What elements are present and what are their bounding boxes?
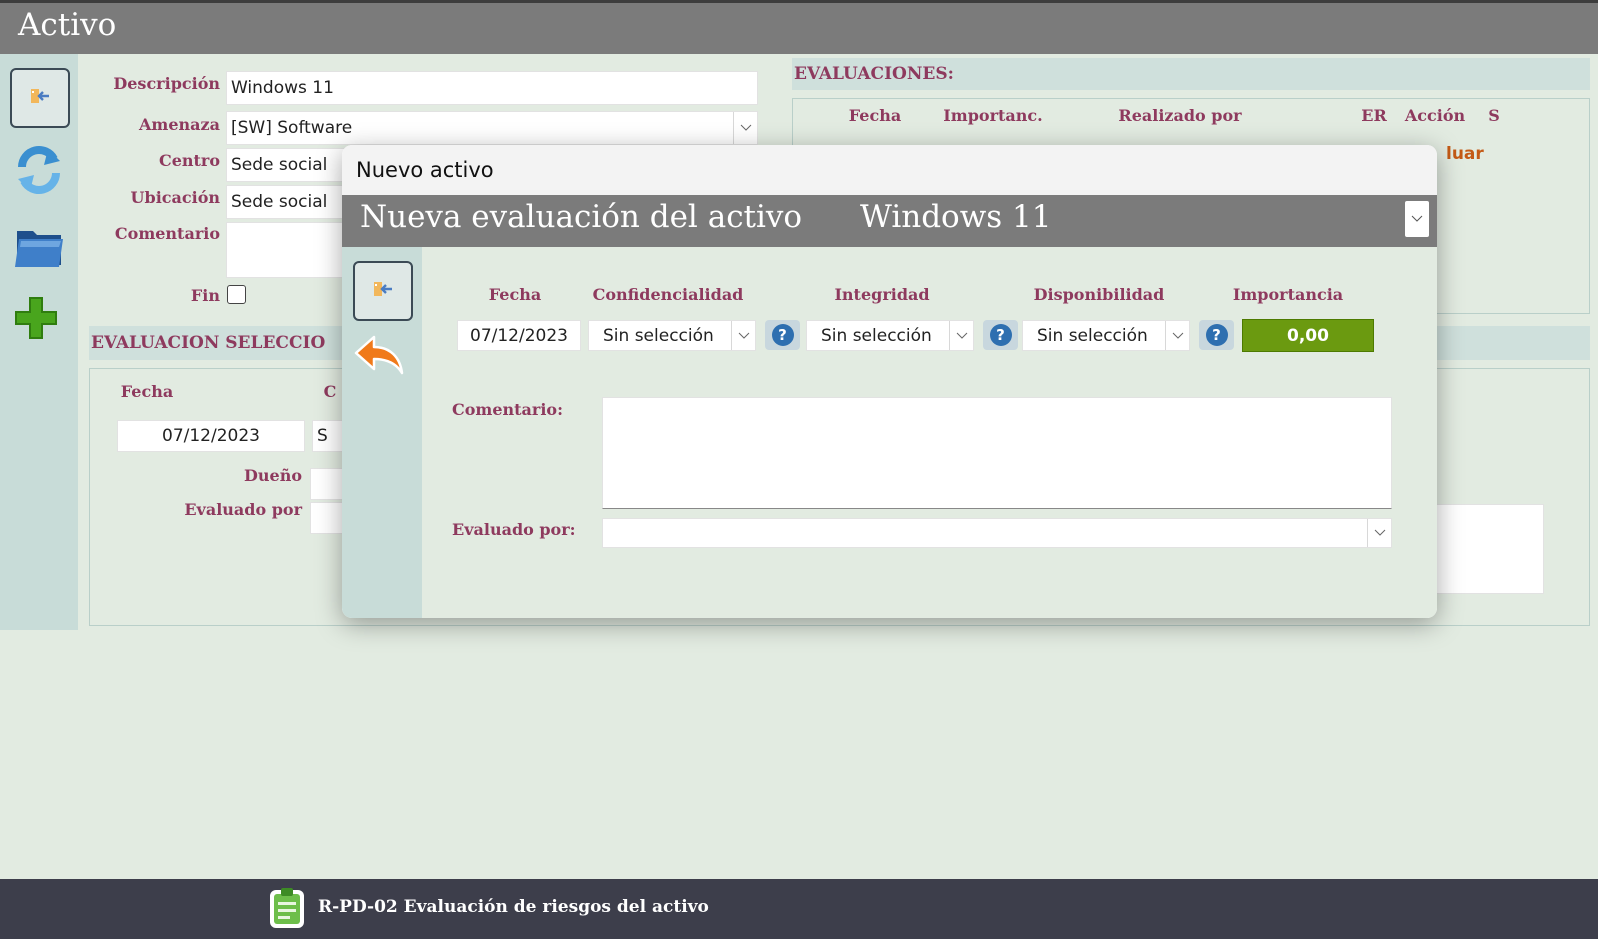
modal-fecha-input[interactable]: 07/12/2023 <box>457 320 581 351</box>
descripcion-input[interactable]: Windows 11 <box>226 71 758 105</box>
folder-icon[interactable] <box>12 220 68 274</box>
dialog-header-value: Windows 11 <box>860 199 1052 235</box>
modal-comentario-label: Comentario: <box>452 400 563 419</box>
centro-label: Centro <box>158 151 220 170</box>
dialog-header: Nueva evaluación del activo Windows 11 <box>342 195 1437 247</box>
chevron-down-icon[interactable] <box>1405 201 1429 237</box>
evaluado-label: Evaluado por <box>184 500 302 519</box>
row-action-link[interactable]: luar <box>1446 144 1484 164</box>
dueno-input[interactable] <box>310 468 346 500</box>
ubicacion-label: Ubicación <box>130 188 220 207</box>
fin-label: Fin <box>190 286 220 305</box>
back-arrow-icon[interactable] <box>354 333 406 377</box>
chevron-down-icon[interactable] <box>1367 519 1391 547</box>
fin-checkbox[interactable] <box>227 285 246 304</box>
col-realizado: Realizado por <box>1118 106 1242 125</box>
dialog-exit-button[interactable] <box>353 261 413 321</box>
comentario-textarea[interactable] <box>226 222 346 278</box>
integridad-value: Sin selección <box>821 325 932 346</box>
disponibilidad-value: Sin selección <box>1037 325 1148 346</box>
dialog-sidebar <box>342 247 422 618</box>
dialog-title: Nuevo activo <box>342 145 1437 195</box>
evaluaciones-title: EVALUACIONES: <box>792 58 1590 90</box>
sel-comment-box[interactable] <box>1430 504 1544 594</box>
amenaza-select[interactable]: [SW] Software <box>226 111 758 145</box>
col-accion: Acción <box>1404 106 1466 125</box>
modal-comentario-textarea[interactable] <box>602 397 1392 509</box>
chevron-down-icon[interactable] <box>1165 321 1189 350</box>
record-name: R-PD-02 Evaluación de riesgos del activo <box>318 897 709 917</box>
comentario-label: Comentario <box>114 224 220 243</box>
dialog-header-label: Nueva evaluación del activo <box>360 199 803 235</box>
exit-button[interactable] <box>10 68 70 128</box>
modal-col-importancia: Importancia <box>1232 285 1344 304</box>
confidencialidad-select[interactable]: Sin selección <box>588 320 756 351</box>
importancia-value: 0,00 <box>1242 319 1374 352</box>
modal-evaluado-select[interactable] <box>602 518 1392 548</box>
chevron-down-icon[interactable] <box>733 112 757 144</box>
col-fecha: Fecha <box>848 106 902 125</box>
help-icon: ? <box>989 324 1012 346</box>
col-s: S <box>1488 106 1500 125</box>
modal-col-disponibilidad: Disponibilidad <box>1033 285 1165 304</box>
footer-bar: R-PD-02 Evaluación de riesgos del activo <box>0 879 1598 939</box>
page-header: Activo <box>0 3 1598 54</box>
help-icon: ? <box>771 324 794 346</box>
evaluado-input[interactable] <box>310 502 346 534</box>
sel-col2-label: C <box>323 382 337 401</box>
sel-fecha-input[interactable]: 07/12/2023 <box>117 420 305 452</box>
disponibilidad-select[interactable]: Sin selección <box>1022 320 1190 351</box>
refresh-icon[interactable] <box>12 142 66 198</box>
nuevo-activo-dialog: Nuevo activo Nueva evaluación del activo… <box>342 145 1437 618</box>
exit-icon <box>372 280 394 302</box>
add-icon[interactable] <box>12 294 60 342</box>
modal-col-fecha: Fecha <box>488 285 542 304</box>
amenaza-value: [SW] Software <box>231 118 353 138</box>
page-title: Activo <box>18 7 117 43</box>
chevron-down-icon[interactable] <box>949 321 973 350</box>
col-er: ER <box>1361 106 1387 125</box>
exit-icon <box>29 87 51 109</box>
descripcion-label: Descripción <box>113 74 220 93</box>
integridad-select[interactable]: Sin selección <box>806 320 974 351</box>
sel-fecha-label: Fecha <box>120 382 174 401</box>
sidebar <box>0 54 78 630</box>
confidencialidad-value: Sin selección <box>603 325 714 346</box>
modal-evaluado-label: Evaluado por: <box>452 520 576 539</box>
confidencialidad-help-button[interactable]: ? <box>765 320 800 350</box>
chevron-down-icon[interactable] <box>731 321 755 350</box>
disponibilidad-help-button[interactable]: ? <box>1199 320 1234 350</box>
help-icon: ? <box>1205 324 1228 346</box>
integridad-help-button[interactable]: ? <box>983 320 1018 350</box>
amenaza-label: Amenaza <box>139 115 220 134</box>
dialog-body: Fecha Confidencialidad Integridad Dispon… <box>422 247 1437 618</box>
clipboard-icon <box>268 886 306 930</box>
dueno-label: Dueño <box>244 466 302 485</box>
col-importancia: Importanc. <box>943 106 1043 125</box>
centro-select[interactable]: Sede social <box>226 148 346 182</box>
modal-col-confidencialidad: Confidencialidad <box>592 285 744 304</box>
ubicacion-select[interactable]: Sede social <box>226 185 346 219</box>
sel-col2-input[interactable]: S <box>312 420 346 452</box>
modal-col-integridad: Integridad <box>834 285 930 304</box>
